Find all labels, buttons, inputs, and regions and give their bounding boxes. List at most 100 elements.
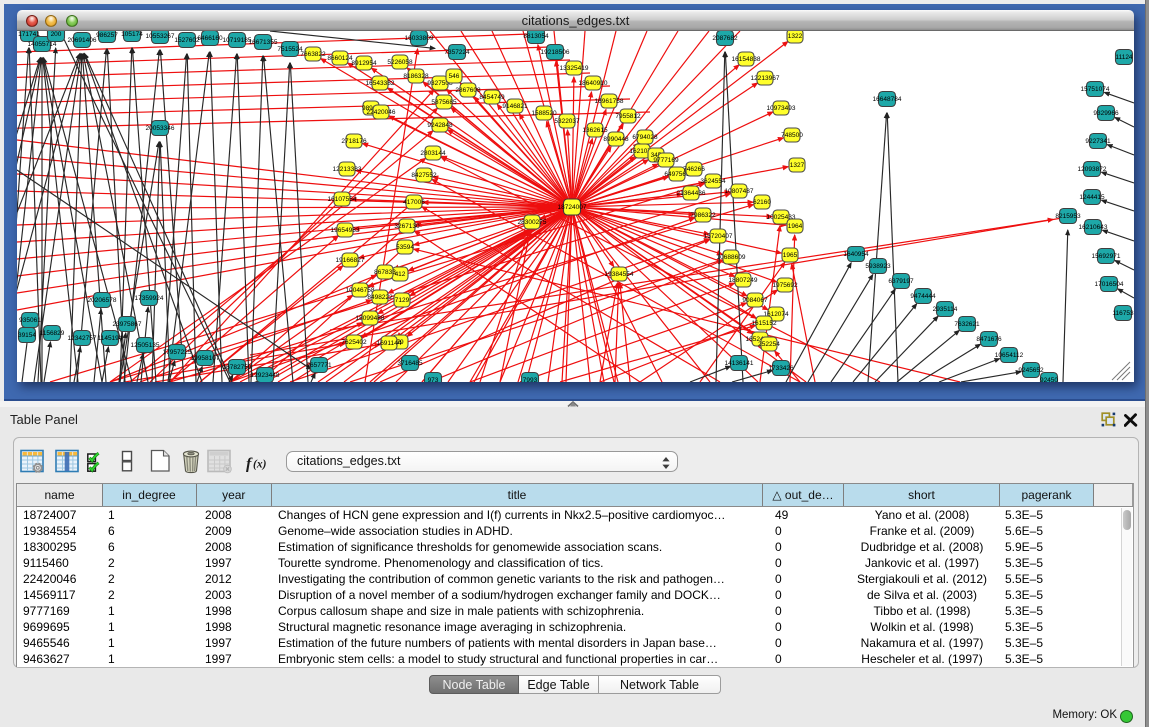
- svg-text:5226058: 5226058: [387, 59, 413, 66]
- svg-text:12213967: 12213967: [751, 75, 780, 82]
- svg-text:12213383: 12213383: [333, 166, 362, 173]
- svg-text:16782759: 16782759: [223, 364, 252, 371]
- svg-text:17359924: 17359924: [135, 295, 164, 302]
- svg-text:200: 200: [51, 31, 62, 38]
- svg-text:12923448: 12923448: [251, 372, 280, 379]
- svg-text:19218506: 19218506: [541, 49, 570, 56]
- svg-text:1615152: 1615152: [751, 320, 777, 327]
- svg-text:10973493: 10973493: [767, 105, 796, 112]
- svg-text:9474444: 9474444: [910, 293, 936, 300]
- svg-text:7357224: 7357224: [444, 49, 470, 56]
- svg-text:18640910: 18640910: [579, 80, 608, 87]
- svg-text:15692971: 15692971: [1092, 253, 1121, 260]
- svg-text:2935114: 2935114: [933, 306, 958, 313]
- svg-text:546: 546: [449, 73, 460, 80]
- svg-text:105174: 105174: [121, 31, 143, 38]
- svg-text:18807249: 18807249: [729, 277, 758, 284]
- svg-text:15720407: 15720407: [704, 233, 733, 240]
- svg-text:15751074: 15751074: [1081, 86, 1110, 93]
- svg-text:1527602: 1527602: [174, 37, 200, 44]
- svg-text:1964: 1964: [788, 223, 803, 230]
- svg-text:5875685: 5875685: [431, 99, 457, 106]
- svg-text:23975867: 23975867: [113, 321, 142, 328]
- svg-text:2803144: 2803144: [420, 150, 446, 157]
- svg-text:9146821: 9146821: [502, 103, 528, 110]
- svg-text:9329966: 9329966: [1093, 110, 1119, 117]
- svg-text:746266: 746266: [683, 166, 705, 173]
- svg-text:7625402: 7625402: [341, 339, 367, 346]
- svg-text:1327: 1327: [790, 162, 805, 169]
- svg-text:1733426: 1733426: [768, 365, 794, 372]
- svg-text:9084067: 9084067: [742, 297, 768, 304]
- svg-text:16671355: 16671355: [249, 39, 278, 46]
- svg-text:7993: 7993: [523, 377, 538, 382]
- svg-text:10654112: 10654112: [995, 352, 1024, 359]
- svg-text:1588520: 1588520: [531, 110, 557, 117]
- svg-text:12093872: 12093872: [1078, 166, 1107, 173]
- svg-text:12342757: 12342757: [68, 335, 97, 342]
- svg-text:16543382: 16543382: [366, 80, 395, 87]
- svg-text:21364436: 21364436: [677, 190, 706, 197]
- svg-text:116753: 116753: [1112, 310, 1134, 317]
- svg-text:10807487: 10807487: [725, 188, 754, 195]
- svg-text:19958107: 19958107: [191, 355, 220, 362]
- svg-text:748500: 748500: [781, 132, 803, 139]
- svg-text:8498222: 8498222: [367, 294, 393, 301]
- svg-text:7986322: 7986322: [690, 212, 716, 219]
- svg-text:6794028: 6794028: [632, 134, 658, 141]
- svg-text:417006: 417006: [403, 199, 425, 206]
- svg-text:1156829: 1156829: [40, 330, 65, 337]
- svg-text:16154838: 16154838: [732, 56, 761, 63]
- svg-text:7129: 7129: [395, 297, 410, 304]
- svg-text:1975692: 1975692: [772, 282, 798, 289]
- svg-text:22420046: 22420046: [367, 109, 396, 116]
- svg-text:2718176: 2718176: [341, 138, 367, 145]
- svg-text:16210643: 16210643: [1079, 224, 1108, 231]
- svg-text:16033809: 16033809: [405, 35, 434, 42]
- svg-text:39154: 39154: [18, 332, 36, 339]
- svg-text:8427552: 8427552: [411, 172, 437, 179]
- svg-text:935061: 935061: [19, 317, 41, 324]
- svg-text:(x): (x): [253, 459, 267, 471]
- svg-text:8454749: 8454749: [479, 94, 505, 101]
- svg-text:19654983: 19654983: [331, 227, 360, 234]
- svg-text:8990448: 8990448: [603, 136, 629, 143]
- svg-text:19384554: 19384554: [605, 271, 634, 278]
- svg-text:1322: 1322: [788, 33, 803, 40]
- svg-text:20053346: 20053346: [146, 125, 175, 132]
- svg-text:16648784: 16648784: [873, 96, 902, 103]
- svg-text:986257: 986257: [96, 32, 118, 39]
- svg-text:14055714: 14055714: [28, 41, 57, 48]
- svg-text:6466160: 6466160: [197, 35, 223, 42]
- svg-text:9242848: 9242848: [427, 122, 453, 129]
- svg-text:8471676: 8471676: [976, 336, 1002, 343]
- svg-text:7515524: 7515524: [277, 46, 303, 53]
- svg-text:1362615: 1362615: [582, 127, 608, 134]
- svg-text:8215953: 8215953: [1055, 213, 1081, 220]
- svg-text:1244415: 1244415: [1079, 194, 1105, 201]
- svg-text:14136141: 14136141: [725, 360, 754, 367]
- svg-text:8660124: 8660124: [327, 55, 353, 62]
- svg-text:412: 412: [395, 271, 406, 278]
- svg-text:7955812: 7955812: [615, 113, 641, 120]
- svg-text:5322037: 5322037: [554, 118, 580, 125]
- svg-text:53594: 53594: [396, 244, 414, 251]
- svg-text:9227341: 9227341: [1085, 138, 1111, 145]
- svg-text:10553267: 10553267: [146, 33, 175, 40]
- svg-text:12505135: 12505135: [131, 342, 160, 349]
- svg-text:10688609: 10688609: [717, 254, 746, 261]
- svg-text:252254: 252254: [758, 341, 780, 348]
- svg-text:20691406: 20691406: [68, 37, 97, 44]
- svg-text:10046758: 10046758: [346, 287, 375, 294]
- svg-text:5938923: 5938923: [865, 263, 891, 270]
- svg-text:9657771: 9657771: [306, 362, 332, 369]
- svg-text:3624554: 3624554: [700, 178, 726, 185]
- svg-text:18099488: 18099488: [356, 315, 385, 322]
- svg-text:17016504: 17016504: [1095, 281, 1124, 288]
- svg-text:1145194: 1145194: [98, 335, 123, 342]
- svg-text:11124: 11124: [1115, 54, 1132, 61]
- svg-text:17957225: 17957225: [163, 349, 192, 356]
- svg-text:10719185: 10719185: [223, 37, 252, 44]
- svg-text:9777169: 9777169: [653, 157, 679, 164]
- svg-text:6379197: 6379197: [888, 278, 914, 285]
